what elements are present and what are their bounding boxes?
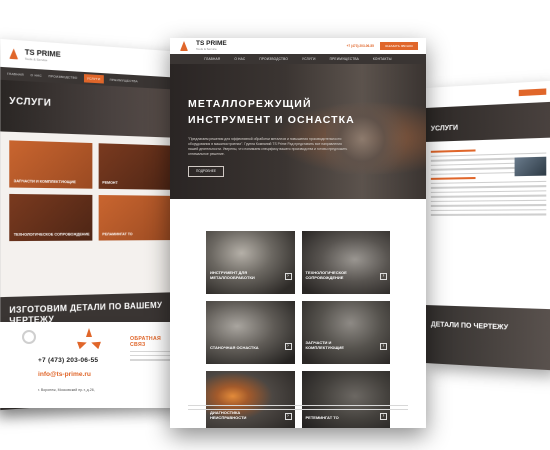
category-tile[interactable]: ЗАПЧАСТИ И КОМПЛЕКТУЮЩИЕ › [301, 301, 390, 364]
chevron-right-icon[interactable]: › [380, 273, 387, 280]
left-page-title: УСЛУГИ [9, 95, 52, 108]
service-card[interactable]: ЗАПЧАСТИ И КОМПЛЕКТУЮЩИЕ [9, 140, 92, 189]
nav-item-services[interactable]: УСЛУГИ [83, 74, 104, 84]
text-line [430, 180, 547, 184]
nav-item-home[interactable]: ГЛАВНАЯ [204, 57, 220, 61]
category-tile-label: ТЕХНОЛОГИЧЕСКОЕ СОПРОВОЖДЕНИЕ [305, 269, 347, 280]
service-card-label: РЕЛАМИНГАТ ТО [102, 231, 133, 237]
footer-line [188, 405, 408, 407]
category-tile[interactable]: ТЕХНОЛОГИЧЕСКОЕ СОПРОВОЖДЕНИЕ › [301, 231, 390, 294]
chevron-right-icon[interactable]: › [380, 413, 387, 420]
right-page-title: УСЛУГИ [430, 124, 458, 133]
brand-logo-icon [178, 40, 190, 52]
header-phone[interactable]: +7 (473) 203-06-55 [347, 44, 374, 48]
text-line [430, 199, 547, 202]
hero-more-button[interactable]: ПОДРОБНЕЕ [188, 165, 225, 177]
right-page-text [425, 138, 550, 225]
text-line [430, 213, 547, 216]
nav-item-about[interactable]: О НАС [30, 73, 41, 78]
right-page-hero: УСЛУГИ [425, 101, 550, 142]
text-line [430, 189, 547, 193]
hero-title-line2: ИНСТРУМЕНТ И ОСНАСТКА [188, 114, 355, 127]
nav-item-advantages[interactable]: ПРЕИМУЩЕСТВА [330, 57, 359, 61]
nav-item-about[interactable]: О НАС [234, 57, 245, 61]
right-page-preview: УСЛУГИ ДЕТАЛИ ПО ЧЕРТЕЖУ [425, 80, 550, 371]
right-page-banner: ДЕТАЛИ ПО ЧЕРТЕЖУ [425, 305, 550, 371]
contact-email[interactable]: info@ts-prime.ru [38, 371, 91, 378]
brand-tagline: Tools & Service [196, 47, 217, 52]
text-line [430, 194, 547, 198]
ring-decoration [22, 330, 36, 344]
contact-address: г. Воронеж, Московский пр-т, д.26, [38, 388, 95, 392]
mockup-stage: TS PRIME Tools & Service ГЛАВНАЯ О НАС П… [0, 0, 550, 450]
hero-section: МЕТАЛЛОРЕЖУЩИЙ ИНСТРУМЕНТ И ОСНАСТКА "Пр… [170, 64, 426, 199]
brand-logo-icon [7, 47, 20, 61]
category-tile-label: РЕТЕМИНГАТ ТО [305, 414, 339, 420]
callback-button[interactable] [518, 88, 547, 97]
center-page-header: TS PRIME Tools & Service +7 (473) 203-06… [170, 38, 426, 54]
order-call-button[interactable]: ЗАКАЗАТЬ ЗВОНОК [379, 42, 418, 50]
text-line [430, 176, 476, 180]
center-page-footer [170, 388, 426, 428]
category-tile[interactable]: СТАНОЧНАЯ ОСНАСТКА › [206, 301, 295, 364]
chevron-right-icon[interactable]: › [284, 343, 292, 350]
machine-thumbnail [514, 156, 547, 176]
service-card-label: ЗАПЧАСТИ И КОМПЛЕКТУЮЩИЕ [13, 178, 76, 185]
text-line [430, 185, 547, 189]
brand-logo-icon [78, 328, 100, 350]
category-tile-label: ЗАПЧАСТИ И КОМПЛЕКТУЮЩИЕ [305, 339, 344, 350]
contact-phone[interactable]: +7 (473) 203-06-55 [38, 357, 98, 364]
category-tile-label: ИНСТРУМЕНТ ДЛЯ МЕТАЛЛООБРАБОТКИ [210, 269, 255, 280]
nav-item-contacts[interactable]: КОНТАКТЫ [373, 57, 392, 61]
service-card[interactable]: ТЕХНОЛОГИЧЕСКОЕ СОПРОВОЖДЕНИЕ [9, 193, 92, 242]
category-tile[interactable]: ИНСТРУМЕНТ ДЛЯ МЕТАЛЛООБРАБОТКИ › [206, 231, 295, 294]
services-grid: ЗАПЧАСТИ И КОМПЛЕКТУЮЩИЕ РЕМОНТ ТЕХНОЛОГ… [0, 131, 183, 249]
chevron-right-icon[interactable]: › [284, 413, 292, 420]
chevron-right-icon[interactable]: › [380, 343, 387, 350]
text-line [430, 203, 547, 207]
nav-item-production[interactable]: ПРОИЗВОДСТВО [48, 74, 77, 80]
hero-title-line1: МЕТАЛЛОРЕЖУЩИЙ [188, 98, 312, 110]
service-card[interactable]: РЕМОНТ [98, 143, 176, 190]
text-line [430, 149, 476, 153]
service-card-label: РЕМОНТ [102, 180, 118, 185]
nav-item-advantages[interactable]: ПРЕИМУЩЕСТВА [110, 78, 138, 84]
nav-item-home[interactable]: ГЛАВНАЯ [7, 72, 24, 77]
left-page-hero: УСЛУГИ [0, 79, 183, 138]
main-nav: ГЛАВНАЯ О НАС ПРОИЗВОДСТВО УСЛУГИ ПРЕИМУ… [170, 54, 426, 64]
hero-title: МЕТАЛЛОРЕЖУЩИЙ ИНСТРУМЕНТ И ОСНАСТКА [188, 96, 408, 129]
service-card-label: ТЕХНОЛОГИЧЕСКОЕ СОПРОВОЖДЕНИЕ [13, 232, 90, 237]
service-card[interactable]: РЕЛАМИНГАТ ТО [98, 194, 176, 241]
category-tile-label: СТАНОЧНАЯ ОСНАСТКА [210, 344, 259, 350]
chevron-right-icon[interactable]: › [284, 273, 292, 280]
text-line [430, 208, 547, 211]
hero-description: "Предлагаем решения для эффективной обра… [188, 136, 348, 157]
contact-block: +7 (473) 203-06-55 info@ts-prime.ru г. В… [0, 322, 180, 408]
nav-item-services[interactable]: УСЛУГИ [302, 57, 316, 61]
nav-item-production[interactable]: ПРОИЗВОДСТВО [259, 57, 288, 61]
category-tile-label: ДИАГНОСТИКА НЕИСПРАВНОСТИ [210, 409, 247, 420]
center-page-preview: TS PRIME Tools & Service +7 (473) 203-06… [170, 38, 426, 428]
right-page-banner-title: ДЕТАЛИ ПО ЧЕРТЕЖУ [430, 321, 509, 332]
